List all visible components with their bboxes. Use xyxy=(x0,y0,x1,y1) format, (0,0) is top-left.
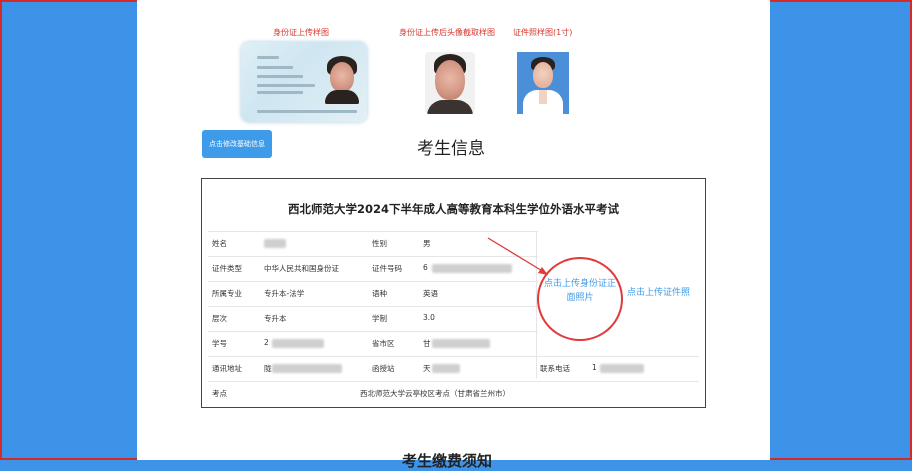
post-value: 天 xyxy=(423,364,431,373)
idtype-label: 证件类型 xyxy=(212,264,242,273)
exam-title: 西北师范大学2024下半年成人高等教育本科生学位外语水平考试 xyxy=(287,202,619,216)
address-label: 通讯地址 xyxy=(212,364,242,373)
student-no-label: 学号 xyxy=(212,339,227,348)
major-label: 所属专业 xyxy=(212,289,242,298)
idcard-sample-caption: 身份证上传样图 xyxy=(273,28,329,37)
table-row: 层次 专升本 学制 3.0 xyxy=(208,306,538,331)
address-redacted xyxy=(272,364,342,373)
id-photo-sample-image xyxy=(517,52,569,114)
headshot-sample-image xyxy=(425,52,475,114)
site-value: 西北师范大学云亭校区考点（甘肃省兰州市） xyxy=(360,389,510,398)
duration-value: 3.0 xyxy=(423,313,435,322)
table-row: 学号 2 省市区 甘 xyxy=(208,331,538,356)
idtype-value: 中华人民共和国身份证 xyxy=(264,264,339,273)
gender-label: 性别 xyxy=(372,239,387,248)
language-value: 英语 xyxy=(423,289,438,298)
annotation-arrow xyxy=(487,237,548,275)
idcard-sample-image xyxy=(241,42,367,122)
upload-id-photo-link[interactable]: 点击上传证件照 xyxy=(627,285,690,298)
name-label: 姓名 xyxy=(212,239,227,248)
gender-value: 男 xyxy=(423,239,431,248)
level-value: 专升本 xyxy=(264,314,287,323)
table-row: 考点 西北师范大学云亭校区考点（甘肃省兰州市） xyxy=(208,381,699,406)
section-title: 考生信息 xyxy=(417,139,485,159)
headshot-sample-caption: 身份证上传后头像截取样图 xyxy=(399,28,495,37)
province-value: 甘 xyxy=(423,339,431,348)
language-label: 语种 xyxy=(372,289,387,298)
name-value-redacted xyxy=(264,239,286,248)
duration-label: 学制 xyxy=(372,314,387,323)
payment-notice-title: 考生缴费须知 xyxy=(402,452,493,470)
student-no-redacted xyxy=(272,339,324,348)
post-redacted xyxy=(432,364,460,373)
edit-basic-info-button[interactable]: 点击修改基础信息 xyxy=(202,130,272,158)
major-value: 专升本-法学 xyxy=(264,289,305,298)
main-page: 身份证上传样图 身份证上传后头像截取样图 证件照样图(1寸) 点击修改基础信息 … xyxy=(137,0,770,470)
address-value: 陇 xyxy=(264,364,272,373)
post-label: 函授站 xyxy=(372,364,395,373)
candidate-info-table: 西北师范大学2024下半年成人高等教育本科生学位外语水平考试 姓名 性别 男 证… xyxy=(201,178,706,408)
idno-value: 6 xyxy=(423,263,428,272)
table-row: 所属专业 专升本-法学 语种 英语 xyxy=(208,281,538,306)
province-redacted xyxy=(432,339,490,348)
level-label: 层次 xyxy=(212,314,227,323)
idno-label: 证件号码 xyxy=(372,264,402,273)
student-no-value: 2 xyxy=(264,338,269,347)
province-label: 省市区 xyxy=(372,339,395,348)
photo-sample-caption: 证件照样图(1寸) xyxy=(513,28,573,37)
site-label: 考点 xyxy=(212,389,227,398)
